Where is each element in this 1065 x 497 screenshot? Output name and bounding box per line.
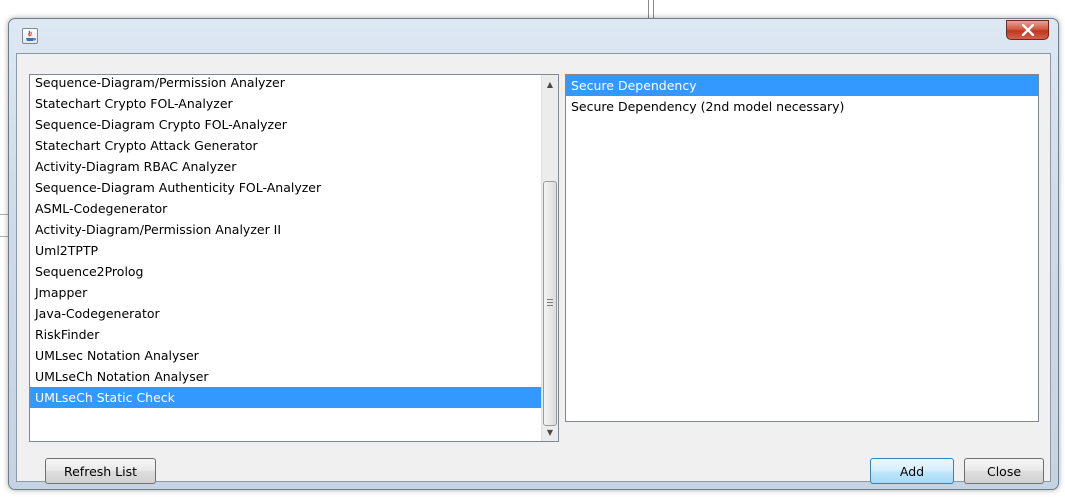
background-divider xyxy=(648,0,649,20)
analyzer-list-item[interactable]: UMLseCh Notation Analyser xyxy=(30,366,542,387)
dialog-content: Sequence-Diagram/Permission Analyzer Stat… xyxy=(16,53,1051,484)
analyzer-list-item[interactable]: Statechart Crypto FOL-Analyzer xyxy=(30,93,542,114)
analyzer-list-item[interactable]: UMLsec Notation Analyser xyxy=(30,345,542,366)
check-list[interactable]: Secure Dependency Secure Dependency (2nd … xyxy=(565,74,1039,422)
grip-icon xyxy=(547,299,553,308)
analyzer-list-item[interactable]: Sequence-Diagram/Permission Analyzer xyxy=(30,75,542,93)
scroll-up-arrow-icon[interactable]: ▲ xyxy=(542,76,558,92)
analyzer-list[interactable]: Sequence-Diagram/Permission Analyzer Stat… xyxy=(29,74,559,442)
analyzer-list-item[interactable]: Java-Codegenerator xyxy=(30,303,542,324)
refresh-list-button[interactable]: Refresh List xyxy=(45,458,156,484)
window-close-button[interactable] xyxy=(1006,20,1049,40)
analyzer-list-item[interactable]: Uml2TPTP xyxy=(30,240,542,261)
analyzer-list-item[interactable]: Jmapper xyxy=(30,282,542,303)
analyzer-list-item[interactable]: Activity-Diagram/Permission Analyzer II xyxy=(30,219,542,240)
analyzer-list-item[interactable]: UMLseCh Static Check xyxy=(30,387,542,408)
close-button[interactable]: Close xyxy=(964,458,1044,484)
scroll-down-arrow-icon[interactable]: ▼ xyxy=(542,424,558,440)
background-divider xyxy=(653,0,654,20)
analyzer-list-item[interactable]: ASML-Codegenerator xyxy=(30,198,542,219)
dialog-window: Sequence-Diagram/Permission Analyzer Stat… xyxy=(8,18,1059,490)
analyzer-list-item[interactable]: Sequence2Prolog xyxy=(30,261,542,282)
title-bar xyxy=(9,19,1058,53)
add-button[interactable]: Add xyxy=(870,458,954,484)
check-list-item[interactable]: Secure Dependency (2nd model necessary) xyxy=(566,96,1038,117)
close-icon xyxy=(1021,24,1035,36)
analyzer-list-item[interactable]: Sequence-Diagram Authenticity FOL-Analyz… xyxy=(30,177,542,198)
analyzer-list-item[interactable]: RiskFinder xyxy=(30,324,542,345)
java-app-icon xyxy=(22,28,38,44)
scroll-thumb[interactable] xyxy=(543,181,557,426)
analyzer-list-item[interactable]: Activity-Diagram RBAC Analyzer xyxy=(30,156,542,177)
check-list-item[interactable]: Secure Dependency xyxy=(566,75,1038,96)
vertical-scrollbar[interactable]: ▲ ▼ xyxy=(541,75,558,441)
check-list-items: Secure Dependency Secure Dependency (2nd … xyxy=(566,75,1038,117)
analyzer-list-item[interactable]: Statechart Crypto Attack Generator xyxy=(30,135,542,156)
analyzer-list-items: Sequence-Diagram/Permission Analyzer Stat… xyxy=(30,75,542,408)
analyzer-list-item[interactable]: Sequence-Diagram Crypto FOL-Analyzer xyxy=(30,114,542,135)
